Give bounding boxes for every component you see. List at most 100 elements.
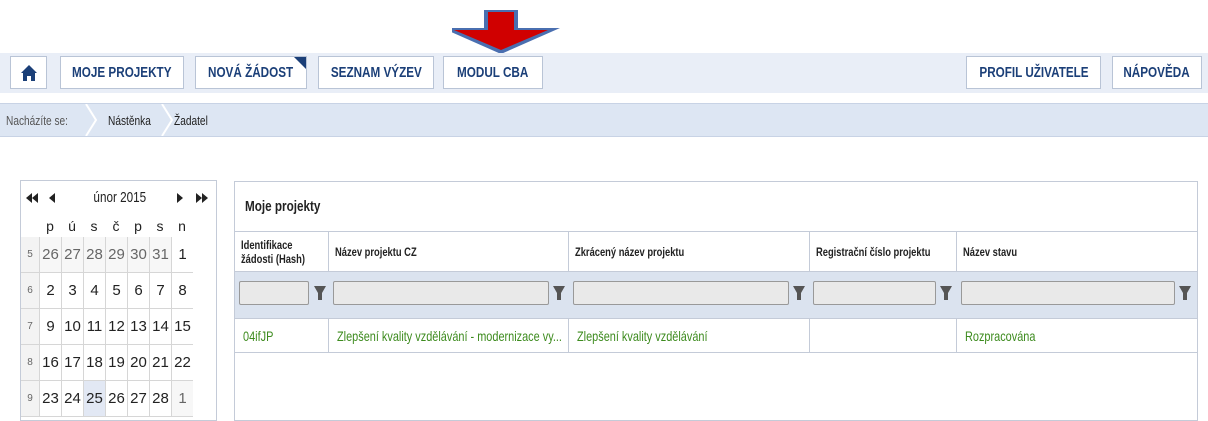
home-button[interactable] xyxy=(10,56,47,89)
calendar-day[interactable]: 6 xyxy=(127,273,149,309)
filter-input[interactable] xyxy=(333,281,549,305)
breadcrumb: Nacházíte se: Nástěnka Žadatel xyxy=(0,103,1208,137)
calendar-day-names: p ú s č p s n xyxy=(39,215,193,237)
calendar-header: únor 2015 xyxy=(21,181,216,215)
calendar-day[interactable]: 21 xyxy=(149,345,171,381)
calendar-week: 7 9 10 11 12 13 14 15 xyxy=(21,309,193,345)
week-number: 9 xyxy=(21,381,39,417)
double-left-icon xyxy=(26,193,38,203)
nav-napoveda[interactable]: NÁPOVĚDA xyxy=(1112,56,1202,89)
filter-stav xyxy=(961,281,1195,305)
calendar-day-today[interactable]: 25 xyxy=(83,381,105,417)
down-arrow-indicator xyxy=(452,10,560,54)
calendar-prev-month-button[interactable] xyxy=(43,181,61,215)
week-number: 6 xyxy=(21,273,39,309)
calendar-day[interactable]: 22 xyxy=(171,345,193,381)
filter-nazev xyxy=(333,281,569,305)
nav-seznam-vyzev[interactable]: SEZNAM VÝZEV xyxy=(318,56,434,89)
filter-icon[interactable] xyxy=(790,283,808,303)
day-name: č xyxy=(112,218,120,234)
day-name: p xyxy=(134,218,142,234)
calendar-day[interactable]: 31 xyxy=(149,237,171,273)
filter-input[interactable] xyxy=(239,281,309,305)
calendar-day[interactable]: 26 xyxy=(105,381,127,417)
calendar-day[interactable]: 7 xyxy=(149,273,171,309)
calendar-day[interactable]: 20 xyxy=(127,345,149,381)
calendar-day[interactable]: 17 xyxy=(61,345,83,381)
filter-icon[interactable] xyxy=(550,283,568,303)
column-header-hash[interactable]: Identifikace žádosti (Hash) xyxy=(235,232,329,271)
calendar-day[interactable]: 3 xyxy=(61,273,83,309)
cell-nazev[interactable]: Zlepšení kvality vzdělávání - modernizac… xyxy=(329,319,569,352)
calendar-week: 6 2 3 4 5 6 7 8 xyxy=(21,273,193,309)
column-header-stav[interactable]: Název stavu xyxy=(957,232,1197,271)
filter-icon[interactable] xyxy=(1176,283,1194,303)
calendar-day[interactable]: 2 xyxy=(39,273,61,309)
nav-moje-projekty[interactable]: MOJE PROJEKTY xyxy=(60,56,184,89)
breadcrumb-separator xyxy=(85,104,98,136)
calendar-title: únor 2015 xyxy=(93,189,147,206)
cell-zkraceny[interactable]: Zlepšení kvality vzdělávání xyxy=(569,319,810,352)
calendar-day[interactable]: 28 xyxy=(83,237,105,273)
home-icon xyxy=(20,64,37,81)
calendar-day[interactable]: 9 xyxy=(39,309,61,345)
cell-hash[interactable]: 04ifJP xyxy=(235,319,329,352)
calendar-last-month-button[interactable] xyxy=(193,181,211,215)
column-header-zkraceny[interactable]: Zkrácený název projektu xyxy=(569,232,810,271)
nav-nova-zadost[interactable]: NOVÁ ŽÁDOST xyxy=(195,56,307,89)
calendar-day[interactable]: 4 xyxy=(83,273,105,309)
cell-registracni[interactable] xyxy=(810,319,957,352)
calendar-day[interactable]: 27 xyxy=(61,237,83,273)
day-name: s xyxy=(156,218,164,234)
calendar-first-month-button[interactable] xyxy=(23,181,41,215)
breadcrumb-item-nastenka[interactable]: Nástěnka xyxy=(108,104,163,136)
filter-icon[interactable] xyxy=(311,283,329,303)
calendar-day[interactable]: 15 xyxy=(171,309,193,345)
breadcrumb-separator xyxy=(161,104,174,136)
nav-modul-cba[interactable]: MODUL CBA xyxy=(443,56,543,89)
calendar-day[interactable]: 26 xyxy=(39,237,61,273)
table-row[interactable]: 04ifJP Zlepšení kvality vzdělávání - mod… xyxy=(235,319,1197,353)
calendar-day[interactable]: 19 xyxy=(105,345,127,381)
calendar-next-month-button[interactable] xyxy=(171,181,189,215)
calendar-day[interactable]: 16 xyxy=(39,345,61,381)
breadcrumb-item-zadatel[interactable]: Žadatel xyxy=(174,104,217,136)
filter-input[interactable] xyxy=(573,281,789,305)
panel-title: Moje projekty xyxy=(245,198,321,215)
calendar-day[interactable]: 10 xyxy=(61,309,83,345)
nav-profil-uzivatele[interactable]: PROFIL UŽIVATELE xyxy=(966,56,1101,89)
filter-input[interactable] xyxy=(961,281,1175,305)
calendar-day[interactable]: 14 xyxy=(149,309,171,345)
filter-registracni xyxy=(813,281,956,305)
column-header-nazev[interactable]: Název projektu CZ xyxy=(329,232,569,271)
cell-stav[interactable]: Rozpracována xyxy=(957,319,1197,352)
calendar-day[interactable]: 13 xyxy=(127,309,149,345)
calendar-week: 8 16 17 18 19 20 21 22 xyxy=(21,345,193,381)
calendar-day[interactable]: 28 xyxy=(149,381,171,417)
calendar-day[interactable]: 27 xyxy=(127,381,149,417)
calendar-day[interactable]: 12 xyxy=(105,309,127,345)
filter-input[interactable] xyxy=(813,281,936,305)
calendar-grid: 5 26 27 28 29 30 31 1 6 2 3 4 5 6 7 8 7 … xyxy=(21,237,193,417)
calendar-day[interactable]: 18 xyxy=(83,345,105,381)
calendar-day[interactable]: 8 xyxy=(171,273,193,309)
calendar-day[interactable]: 1 xyxy=(171,381,193,417)
column-header-registracni[interactable]: Registrační číslo projektu xyxy=(810,232,957,271)
day-name: n xyxy=(178,218,186,234)
calendar-day[interactable]: 5 xyxy=(105,273,127,309)
corner-marker xyxy=(294,57,306,69)
week-number: 8 xyxy=(21,345,39,381)
calendar-day[interactable]: 24 xyxy=(61,381,83,417)
filter-icon[interactable] xyxy=(937,283,955,303)
calendar-widget: únor 2015 p ú s č p s n 5 26 27 28 29 30… xyxy=(20,180,217,421)
filter-row xyxy=(235,271,1197,319)
filter-hash xyxy=(239,281,329,305)
day-name: p xyxy=(46,218,54,234)
breadcrumb-prefix: Nacházíte se: xyxy=(6,112,69,128)
calendar-day[interactable]: 29 xyxy=(105,237,127,273)
calendar-day[interactable]: 1 xyxy=(171,237,193,273)
calendar-day[interactable]: 23 xyxy=(39,381,61,417)
calendar-day[interactable]: 30 xyxy=(127,237,149,273)
calendar-day[interactable]: 11 xyxy=(83,309,105,345)
filter-zkraceny xyxy=(573,281,809,305)
